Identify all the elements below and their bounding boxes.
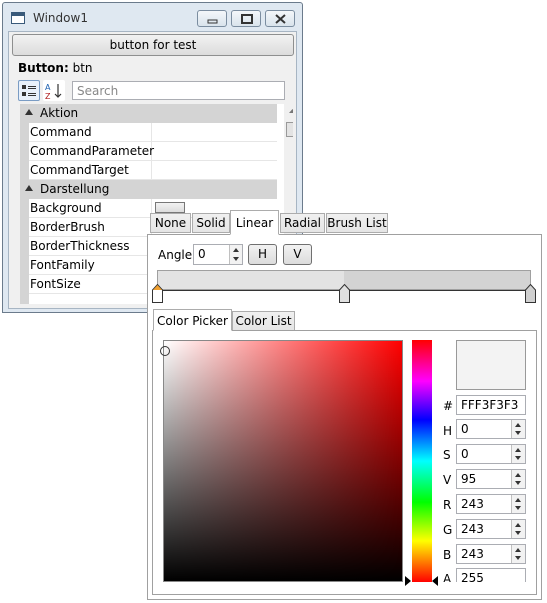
angle-label: Angle	[158, 248, 193, 262]
property-name: FontSize	[29, 275, 152, 294]
hex-label: #	[443, 399, 454, 413]
field-label-a: A	[443, 572, 452, 582]
v-input[interactable]: 95	[456, 469, 526, 489]
field-label-r: R	[443, 498, 452, 512]
category-aktion[interactable]: Aktion	[20, 104, 277, 123]
tab-linear[interactable]: Linear	[230, 210, 279, 235]
tab-color-list[interactable]: Color List	[232, 311, 295, 331]
hex-input[interactable]: FFF3F3F3	[456, 395, 526, 415]
minimize-button[interactable]	[197, 10, 227, 27]
hue-slider[interactable]	[412, 340, 432, 582]
tab-solid[interactable]: Solid	[192, 213, 230, 233]
alpha-row-clip: A 255	[440, 568, 540, 582]
field-value: 243	[461, 522, 484, 536]
sort-az-icon: A Z	[45, 83, 62, 101]
property-name: Command	[29, 123, 152, 142]
b-input[interactable]: 243	[456, 544, 526, 564]
gradient-stop[interactable]	[525, 284, 536, 303]
window-icon	[11, 12, 25, 24]
property-name: FontFamily	[29, 256, 152, 275]
selected-object-label: Button: btn	[18, 61, 93, 75]
g-input[interactable]: 243	[456, 519, 526, 539]
gradient-stop[interactable]	[339, 284, 350, 303]
hue-marker-left-icon[interactable]	[405, 576, 411, 586]
r-spinner[interactable]	[511, 495, 525, 513]
category-label: Aktion	[40, 106, 79, 120]
field-value: 95	[461, 472, 477, 486]
title-bar[interactable]: Window1	[3, 3, 302, 33]
field-label-h: H	[443, 424, 453, 438]
field-value: 243	[461, 497, 484, 511]
g-spinner[interactable]	[511, 520, 525, 538]
property-name: CommandParameter	[29, 142, 154, 161]
property-name: Background	[29, 199, 152, 218]
categorized-view-button[interactable]	[18, 80, 40, 101]
field-value: 255	[461, 571, 484, 582]
angle-input[interactable]: 0	[193, 244, 243, 265]
hex-value: FFF3F3F3	[461, 398, 519, 412]
maximize-button[interactable]	[231, 10, 261, 27]
angle-spinner[interactable]	[229, 245, 242, 264]
grid-gutter	[20, 104, 29, 304]
r-input[interactable]: 243	[456, 494, 526, 514]
property-row[interactable]: CommandTarget	[29, 161, 277, 180]
vertical-button[interactable]: V	[283, 244, 312, 265]
angle-value: 0	[198, 247, 206, 261]
saturation-value-square[interactable]	[163, 340, 403, 582]
sv-selector-handle[interactable]	[160, 346, 170, 356]
property-row[interactable]: CommandParameter	[29, 142, 277, 161]
tab-radial[interactable]: Radial	[280, 213, 325, 233]
color-preview	[456, 340, 526, 390]
selected-type: Button:	[18, 61, 69, 75]
horizontal-button[interactable]: H	[248, 244, 277, 265]
scrollbar-thumb[interactable]	[286, 122, 293, 137]
tab-none[interactable]: None	[150, 213, 191, 233]
test-button[interactable]: button for test	[12, 34, 294, 56]
h-spinner[interactable]	[511, 420, 525, 438]
categorized-icon	[22, 85, 36, 96]
field-value: 243	[461, 547, 484, 561]
field-label-s: S	[443, 448, 451, 462]
s-input[interactable]: 0	[456, 444, 526, 464]
hue-marker-right-icon[interactable]	[432, 576, 438, 586]
category-label: Darstellung	[40, 182, 110, 196]
property-name: BorderBrush	[29, 218, 152, 237]
a-input[interactable]: 255	[456, 568, 526, 582]
field-label-b: B	[443, 548, 452, 562]
alphabetical-view-button[interactable]: A Z	[43, 80, 65, 101]
svg-text:Z: Z	[45, 92, 51, 100]
spin-up-icon[interactable]	[233, 248, 239, 252]
spin-down-icon[interactable]	[233, 257, 239, 261]
property-name: CommandTarget	[29, 161, 152, 180]
v-spinner[interactable]	[511, 470, 525, 488]
scroll-up-icon[interactable]	[284, 104, 293, 118]
field-value: 0	[461, 422, 469, 436]
close-button[interactable]	[265, 10, 295, 27]
collapse-icon	[25, 185, 33, 191]
field-value: 0	[461, 447, 469, 461]
field-label-v: V	[443, 473, 452, 487]
svg-text:A: A	[45, 83, 51, 92]
window-title: Window1	[33, 11, 88, 25]
s-spinner[interactable]	[511, 445, 525, 463]
background-swatch[interactable]	[155, 202, 185, 213]
tab-brush-list[interactable]: Brush List	[326, 213, 388, 233]
property-name: BorderThickness	[29, 237, 152, 256]
tab-color-picker[interactable]: Color Picker	[153, 309, 232, 331]
field-label-g: G	[443, 523, 453, 537]
property-row[interactable]: Command	[29, 123, 277, 142]
search-input[interactable]: Search	[72, 81, 285, 100]
category-darstellung[interactable]: Darstellung	[20, 180, 277, 199]
b-spinner[interactable]	[511, 545, 525, 563]
gradient-stop-selected[interactable]	[152, 284, 163, 303]
h-input[interactable]: 0	[456, 419, 526, 439]
collapse-icon	[25, 109, 33, 115]
selected-name: btn	[72, 61, 93, 75]
